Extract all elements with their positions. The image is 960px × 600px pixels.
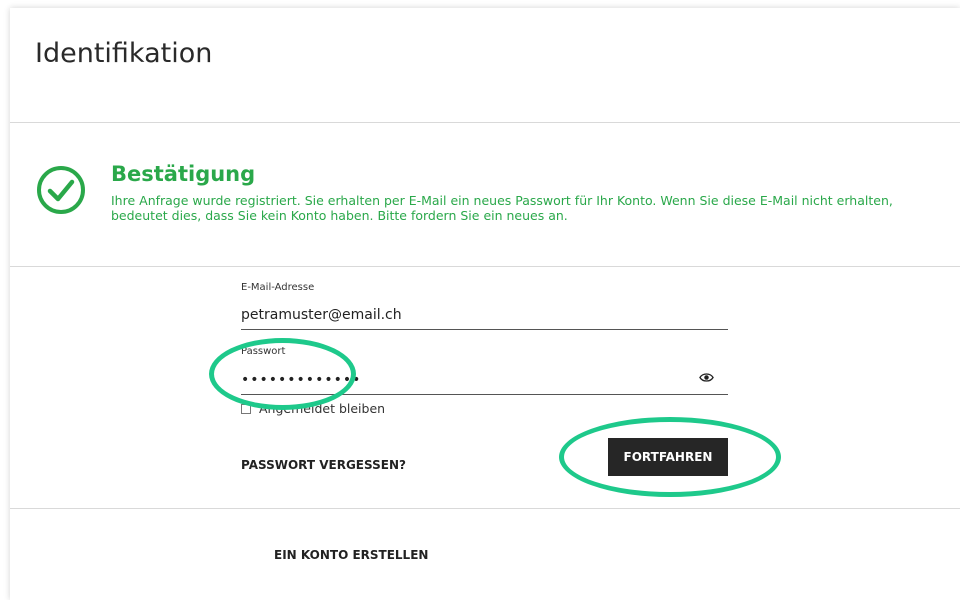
login-panel: Identifikation Bestätigung Ihre Anfrage … bbox=[10, 8, 960, 600]
eye-icon[interactable] bbox=[699, 372, 714, 383]
confirmation-message: Ihre Anfrage wurde registriert. Sie erha… bbox=[111, 193, 941, 223]
email-label: E-Mail-Adresse bbox=[241, 282, 315, 293]
divider bbox=[10, 266, 960, 267]
page-title: Identifikation bbox=[35, 38, 213, 69]
divider bbox=[10, 122, 960, 123]
confirmation-message-line: bedeutet dies, dass Sie kein Konto haben… bbox=[111, 208, 568, 223]
password-label: Passwort bbox=[241, 346, 286, 357]
confirmation-message-line: Ihre Anfrage wurde registriert. Sie erha… bbox=[111, 193, 893, 208]
remember-me[interactable]: Angemeldet bleiben bbox=[241, 401, 385, 416]
continue-button[interactable]: FORTFAHREN bbox=[608, 438, 728, 476]
email-field[interactable] bbox=[241, 301, 728, 330]
remember-checkbox[interactable] bbox=[241, 403, 251, 414]
create-account-link[interactable]: EIN KONTO ERSTELLEN bbox=[274, 548, 428, 562]
password-field[interactable] bbox=[241, 366, 728, 395]
confirmation-title: Bestätigung bbox=[111, 162, 256, 186]
check-circle-icon bbox=[37, 166, 85, 214]
divider bbox=[10, 508, 960, 509]
forgot-password-link[interactable]: PASSWORT VERGESSEN? bbox=[241, 458, 406, 472]
remember-label: Angemeldet bleiben bbox=[259, 401, 386, 416]
